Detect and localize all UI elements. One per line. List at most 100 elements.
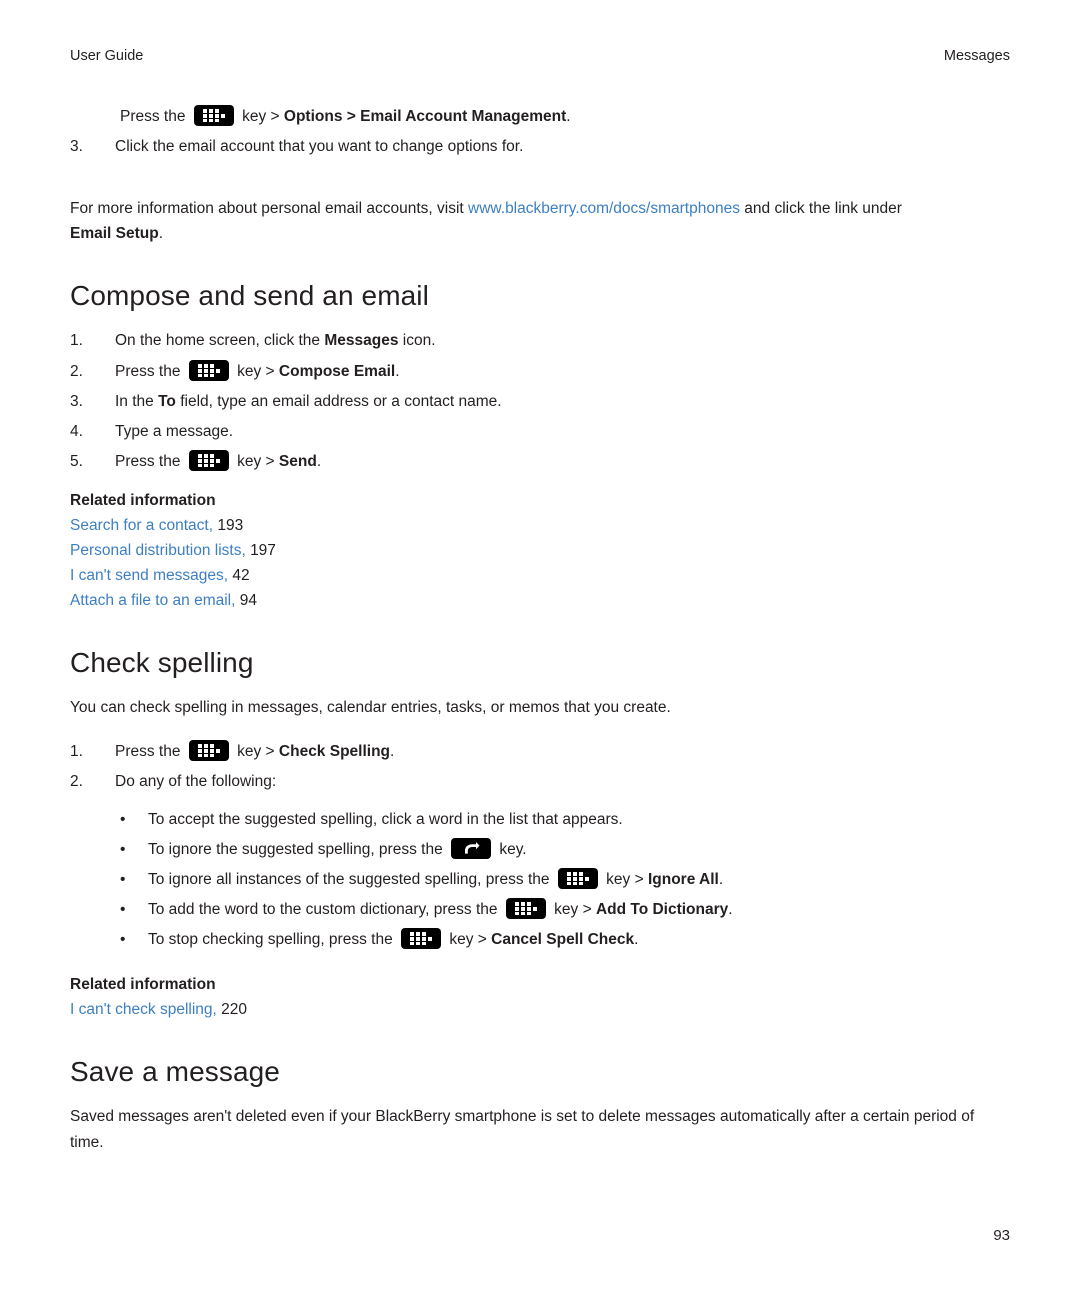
related-link[interactable]: I can't send messages,: [70, 567, 228, 584]
gt-separator: >: [346, 108, 356, 125]
to-field-label: To: [158, 392, 176, 410]
related-page-number: 193: [217, 516, 244, 534]
step-text: Type a message.: [115, 422, 234, 440]
step-number: 2.: [70, 362, 83, 380]
list-item: 2. Press the key > Compose Email.: [70, 359, 1010, 384]
blackberry-menu-key-icon: [401, 928, 442, 950]
key-gt-label: key >: [237, 452, 275, 470]
escape-back-key-icon: [451, 837, 492, 859]
related-page-number: 94: [239, 592, 257, 610]
period: .: [718, 870, 724, 888]
related-link[interactable]: Personal distribution lists,: [70, 542, 246, 559]
bullet-text: To accept the suggested spelling, click …: [148, 810, 623, 828]
list-item: • To ignore all instances of the suggest…: [120, 867, 1010, 892]
related-link[interactable]: Attach a file to an email,: [70, 592, 235, 609]
blackberry-menu-key-icon: [188, 739, 229, 761]
press-the-label: Press the: [120, 108, 186, 125]
messages-bold-label: Messages: [324, 332, 399, 350]
blackberry-menu-key-icon: [193, 105, 234, 126]
list-item: 2. Do any of the following:: [70, 769, 1010, 794]
step-text: Click the email account that you want to…: [115, 138, 524, 156]
period: .: [390, 742, 395, 760]
ignore-all-label: Ignore All: [647, 870, 719, 888]
bullet-text: To add the word to the custom dictionary…: [148, 897, 1010, 922]
period: .: [728, 901, 733, 919]
step-text-part: In the: [115, 392, 159, 410]
list-item: • To ignore the suggested spelling, pres…: [120, 837, 1010, 862]
key-label: key.: [499, 840, 527, 858]
period: .: [316, 452, 322, 470]
press-the-label: Press the: [115, 362, 181, 380]
cancel-spell-check-label: Cancel Spell Check: [491, 931, 635, 949]
step-text: In the To field, type an email address o…: [115, 389, 1010, 414]
blackberry-docs-link[interactable]: www.blackberry.com/docs/smartphones: [468, 200, 740, 217]
key-gt-label: key >: [237, 362, 275, 380]
section-heading-compose: Compose and send an email: [70, 280, 429, 312]
header-right: Messages: [943, 48, 1010, 64]
blackberry-menu-key-icon: [505, 898, 546, 920]
step-text-part: field, type an email address or a contac…: [175, 392, 502, 410]
related-link-row: I can't check spelling, 220: [70, 997, 1010, 1022]
page-content: Press the key > Options > Email Account …: [70, 104, 1010, 1159]
continued-step-press: Press the key > Options > Email Account …: [120, 104, 1010, 129]
send-label: Send: [278, 452, 317, 470]
info-pre-text: For more information about personal emai…: [70, 200, 464, 218]
header-left: User Guide: [70, 48, 144, 64]
more-information-paragraph: For more information about personal emai…: [70, 196, 1010, 246]
step-number: 1.: [70, 332, 83, 350]
press-the-label: Press the: [115, 452, 181, 470]
save-message-paragraph: Saved messages aren't deleted even if yo…: [70, 1108, 975, 1151]
key-gt-label: key >: [606, 870, 644, 888]
email-account-management-label: Email Account Management: [360, 108, 567, 125]
step-number: 4.: [70, 422, 83, 440]
key-gt-label: key >: [242, 108, 280, 125]
related-page-number: 197: [250, 542, 276, 560]
continued-step-3: 3. Click the email account that you want…: [70, 134, 1010, 159]
key-gt-label: key >: [554, 901, 592, 919]
related-link-row: I can't send messages, 42: [70, 563, 1010, 588]
related-page-number: 42: [232, 567, 250, 585]
period-1: .: [566, 108, 571, 125]
blackberry-menu-key-icon: [188, 449, 229, 471]
bullet-marker: •: [120, 901, 126, 919]
step-number: 1.: [70, 742, 83, 760]
bullet-text-part: To stop checking spelling, press the: [148, 931, 393, 949]
step-number: 2.: [70, 772, 83, 790]
list-item: 3. In the To field, type an email addres…: [70, 389, 1010, 414]
bullet-marker: •: [120, 931, 126, 949]
period: .: [634, 931, 639, 949]
options-label: Options: [283, 108, 343, 125]
press-the-label: Press the: [115, 742, 181, 760]
key-gt-label: key >: [237, 742, 275, 760]
related-link[interactable]: I can't check spelling,: [70, 1001, 217, 1018]
step-text-part: icon.: [398, 332, 436, 350]
period-2: .: [158, 225, 164, 243]
step-text: Press the key > Compose Email.: [115, 359, 1010, 384]
blackberry-menu-key-icon: [188, 359, 229, 381]
bullet-marker: •: [120, 840, 126, 858]
bullet-text-part: To add the word to the custom dictionary…: [148, 901, 498, 919]
check-spelling-intro: You can check spelling in messages, cale…: [70, 699, 671, 717]
step-text: Press the key > Send.: [115, 449, 1010, 474]
info-post-text: and click the link under: [744, 200, 902, 218]
period: .: [395, 362, 400, 380]
list-item: • To accept the suggested spelling, clic…: [120, 807, 1010, 832]
check-spelling-label: Check Spelling: [278, 742, 391, 760]
related-information-heading: Related information: [70, 491, 216, 509]
list-item: 1. Press the key > Check Spelling.: [70, 739, 1010, 764]
spelling-steps-list: 1. Press the key > Check Spelling. 2. Do…: [70, 739, 1010, 794]
bullet-marker: •: [120, 870, 126, 888]
document-page: User Guide Messages Press the key > Opti…: [0, 0, 1080, 1296]
related-link-row: Attach a file to an email, 94: [70, 588, 1010, 613]
email-setup-label: Email Setup: [70, 225, 159, 243]
list-item: 4. Type a message.: [70, 419, 1010, 444]
compose-email-label: Compose Email: [278, 362, 396, 380]
step-number: 3.: [70, 392, 83, 410]
bullet-text-part: To ignore all instances of the suggested…: [148, 870, 550, 888]
section-heading-save-message: Save a message: [70, 1056, 280, 1088]
bullet-text: To ignore the suggested spelling, press …: [148, 837, 1010, 862]
related-link[interactable]: Search for a contact,: [70, 517, 213, 534]
list-item: 1. On the home screen, click the Message…: [70, 328, 1010, 353]
step-text: On the home screen, click the Messages i…: [115, 328, 1010, 353]
related-information-heading: Related information: [70, 976, 216, 994]
